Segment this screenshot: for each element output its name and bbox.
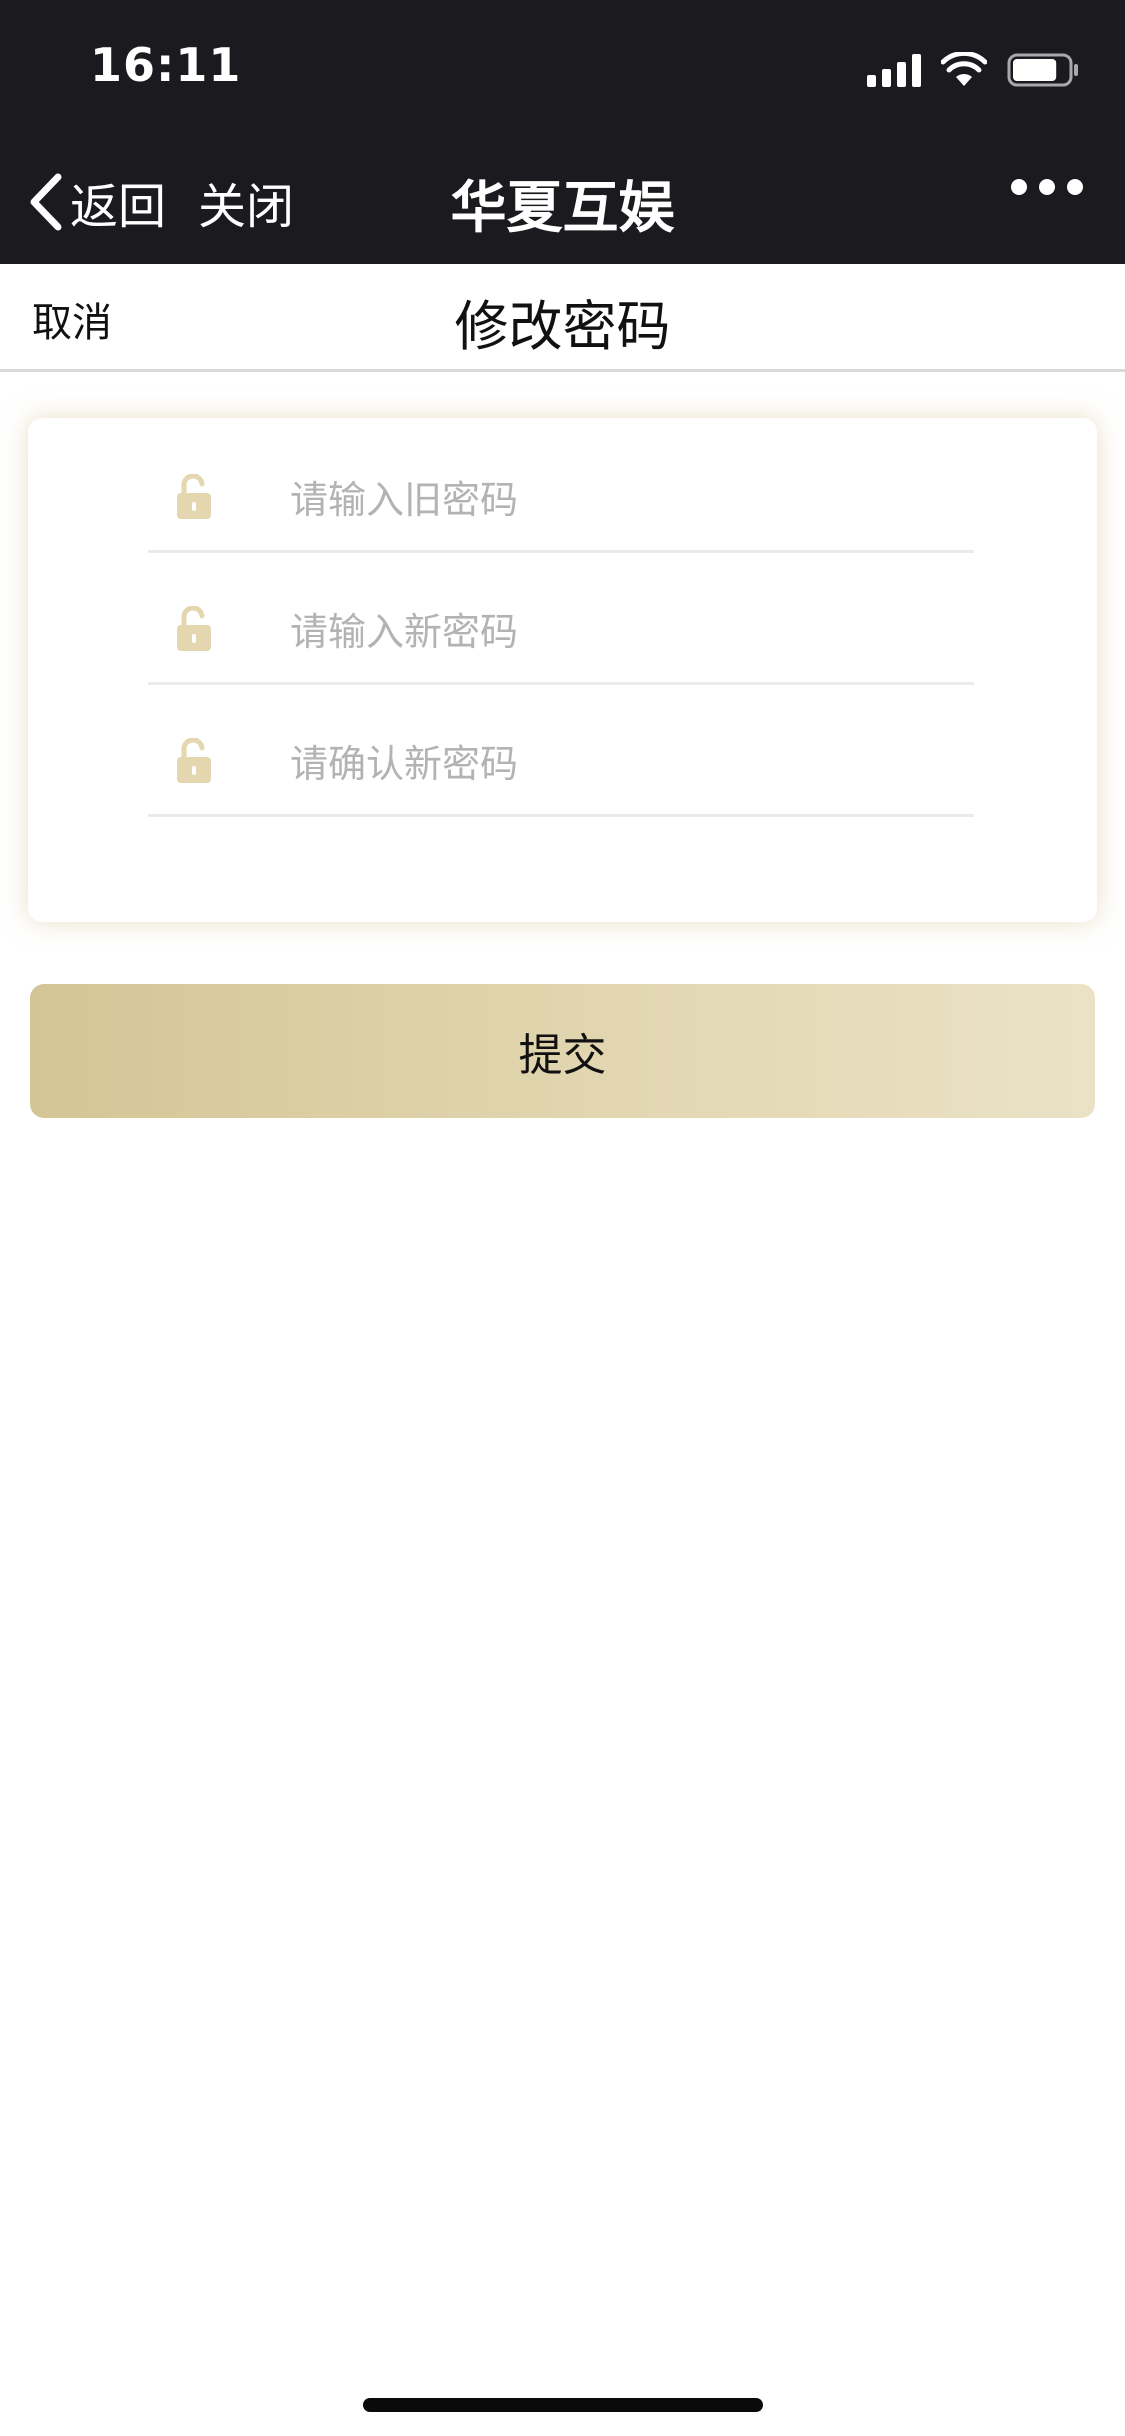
page-title: 修改密码 [454, 295, 671, 358]
status-icons [867, 48, 1081, 92]
more-icon [1039, 179, 1055, 195]
nav-bar: 返回 关闭 华夏互娱 [0, 155, 1125, 245]
lock-icon [177, 606, 211, 651]
new-password-row [148, 550, 974, 685]
top-bar: 16:11 返回 关闭 华夏互娱 [0, 0, 1125, 264]
battery-icon [1007, 53, 1078, 87]
lock-icon [177, 738, 211, 783]
old-password-input[interactable] [290, 470, 930, 530]
submit-button[interactable]: 提交 [30, 984, 1095, 1118]
app-title: 华夏互娱 [450, 176, 675, 241]
status-time: 16:11 [90, 38, 242, 92]
confirm-password-row [148, 682, 974, 817]
more-button[interactable] [1011, 179, 1083, 195]
home-indicator [363, 2398, 763, 2412]
sub-header: 取消 修改密码 [0, 264, 1125, 372]
more-icon [1011, 179, 1027, 195]
password-form-card [28, 418, 1097, 922]
signal-icon [867, 53, 921, 87]
wifi-icon [941, 52, 987, 86]
old-password-row [148, 418, 974, 553]
lock-icon [177, 474, 211, 519]
confirm-password-input[interactable] [290, 734, 930, 794]
more-icon [1067, 179, 1083, 195]
new-password-input[interactable] [290, 602, 930, 662]
